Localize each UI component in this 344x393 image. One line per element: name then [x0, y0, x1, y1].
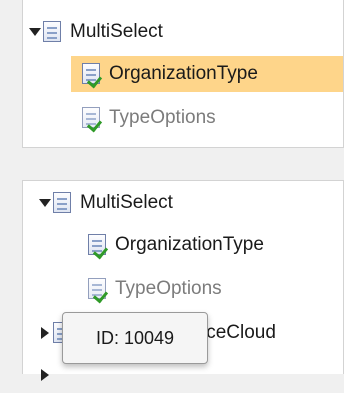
tree-node-label: TypeOptions: [115, 278, 222, 299]
tree-node-next[interactable]: [39, 357, 52, 393]
field-check-icon: [87, 277, 109, 304]
tree-node-multiselect[interactable]: MultiSelect: [28, 14, 163, 50]
tree-node-typeoptions[interactable]: TypeOptions: [87, 271, 222, 307]
field-check-icon: [81, 106, 103, 133]
collapse-arrow-icon[interactable]: [28, 27, 41, 38]
tree-node-label: MultiSelect: [70, 21, 163, 42]
tree-node-label: TypeOptions: [109, 107, 216, 128]
tree-node-organizationtype[interactable]: OrganizationType: [71, 56, 343, 92]
tree-node-label: OrganizationType: [115, 234, 264, 255]
expand-arrow-icon[interactable]: [39, 327, 50, 339]
tree-node-typeoptions[interactable]: TypeOptions: [81, 100, 216, 136]
field-check-icon: [87, 233, 109, 260]
tree-node-label: MultiSelect: [80, 192, 173, 213]
form-icon: [52, 191, 74, 215]
tree-node-organizationtype[interactable]: OrganizationType: [87, 227, 264, 263]
collapse-arrow-icon[interactable]: [38, 198, 51, 209]
expand-arrow-icon[interactable]: [39, 369, 50, 381]
field-check-icon: [81, 62, 103, 89]
id-tooltip: ID: 10049: [62, 312, 208, 364]
tree-node-label: iceCloud: [202, 322, 276, 343]
tree-node-label: OrganizationType: [109, 63, 258, 84]
tree-node-multiselect[interactable]: MultiSelect: [38, 185, 173, 221]
tree-panel-top: MultiSelect OrganizationType TypeOptions: [22, 0, 344, 148]
form-icon: [42, 20, 64, 44]
